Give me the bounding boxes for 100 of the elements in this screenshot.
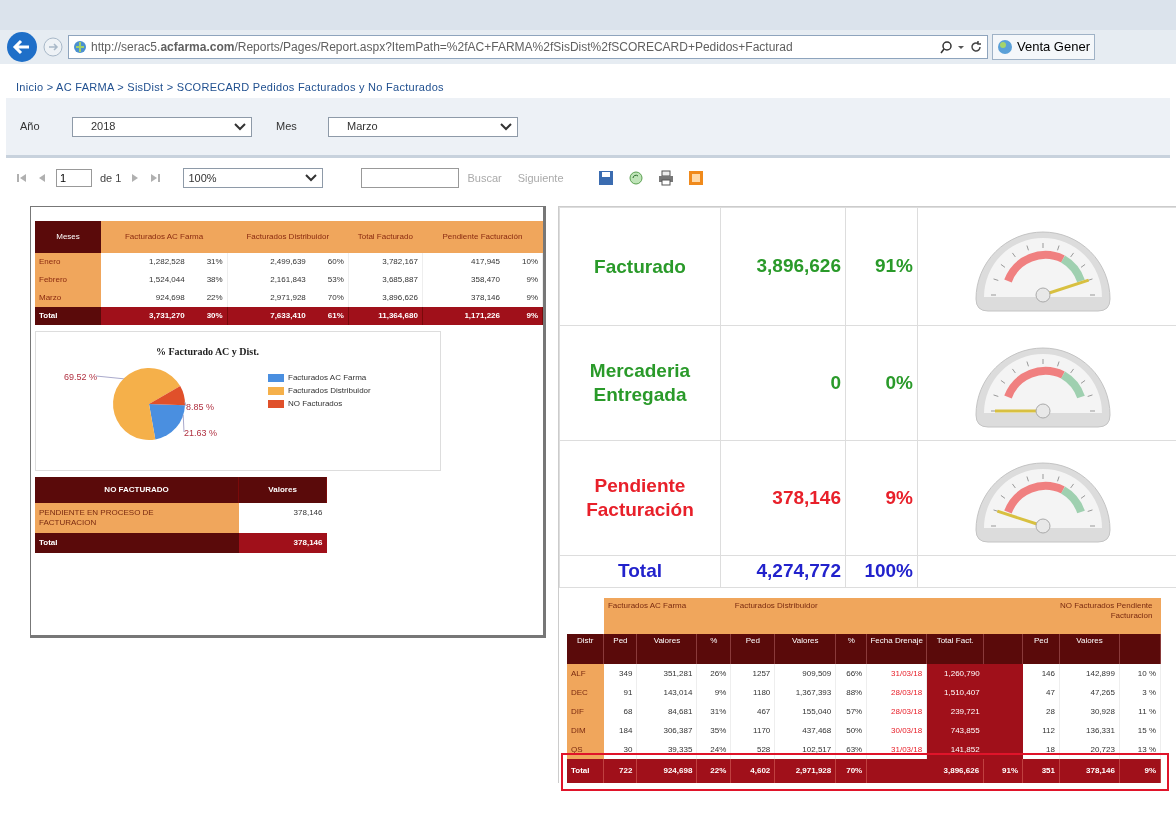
value-text: 1,524,044 (148, 274, 185, 286)
value-text: 378,146 (470, 292, 500, 304)
column-header: Ped (730, 634, 775, 664)
value-text: 7,633,410 (269, 310, 306, 322)
page-icon (73, 40, 87, 54)
column-header: Valores (1059, 634, 1120, 664)
group-header: Facturados Distribuidor (730, 598, 1023, 634)
column-header: Distr (567, 634, 604, 664)
table-cell: 143,014 (636, 683, 697, 702)
legend-label: Facturados AC Farma (288, 372, 367, 384)
value-text: 4,274,772 (720, 555, 846, 588)
table-cell: 2,971,928 (774, 759, 836, 783)
column-header: Valores (774, 634, 836, 664)
table-cell: 378,146 (1059, 759, 1120, 783)
table-cell: 1257 (730, 664, 775, 683)
table-cell: 30,928 (1059, 702, 1120, 721)
dropdown[interactable]: Marzo (328, 116, 518, 137)
print-icon[interactable] (657, 170, 674, 186)
dropdown[interactable]: 2018 (72, 116, 252, 137)
back-button[interactable] (6, 31, 38, 63)
leader-line (95, 375, 125, 380)
table-cell: 306,387 (636, 721, 697, 740)
table-cell: 378,146 (238, 503, 327, 533)
row-label: Total (35, 533, 239, 553)
page-field[interactable]: 1 (56, 169, 92, 187)
url-text: http://serac5.acfarma.com/Reports/Pages/Report.aspx?ItemPath=%2fAC+FARMA%2fSisDist%2fSCORECARD+Pedidos+Facturad (91, 39, 794, 56)
table-cell: 31% (696, 702, 731, 721)
table-cell: 1180 (730, 683, 775, 702)
value-text: 3,896,626 (381, 292, 418, 304)
value-text: 2,499,639 (269, 256, 306, 268)
value-text: 417,945 (470, 256, 500, 268)
value-text: 924,698 (154, 292, 185, 304)
address-bar[interactable]: http://serac5.acfarma.com/Reports/Pages/Report.aspx?ItemPath=%2fAC+FARMA%2fSisDist%2fSCORECARD+Pedidos+Facturad (68, 35, 988, 59)
percent-text: 53% (326, 274, 344, 286)
find-field[interactable] (361, 168, 460, 188)
data-label: 21.63 % (184, 428, 218, 438)
row-label: Marzo (35, 289, 102, 307)
table-cell: 155,040 (774, 702, 836, 721)
table-cell: 909,509 (774, 664, 836, 683)
percent-text: 38% (205, 274, 223, 286)
percent-text: 9% (845, 440, 918, 556)
row-label: DEC (567, 683, 604, 702)
table-cell: 1,260,790 (926, 664, 984, 683)
forward-button[interactable] (42, 36, 64, 58)
last-page-icon[interactable] (149, 172, 162, 184)
page-count: de 1 (100, 170, 122, 186)
column-header: Total Fact. (926, 634, 984, 664)
first-page-icon[interactable] (16, 172, 28, 184)
table-cell: 57% (835, 702, 867, 721)
browser-tab[interactable]: Venta Gener (992, 34, 1095, 60)
save-icon[interactable] (597, 170, 614, 186)
table-cell: 136,331 (1059, 721, 1120, 740)
value-text: 3,782,167 (381, 256, 418, 268)
value-text: 3,685,887 (381, 274, 418, 286)
value-text: 11,364,680 (377, 310, 418, 322)
value-text: 2,971,928 (269, 292, 306, 304)
breadcrumb[interactable]: Inicio > AC FARMA > SisDist > SCORECARD Pedidos Facturados y No Facturados (16, 78, 444, 96)
table-cell: 1,367,393 (774, 683, 836, 702)
value-text: 2,161,843 (269, 274, 306, 286)
chart-title: % Facturado AC y Dist. (156, 345, 260, 359)
row-label: Pendiente Facturación (559, 440, 721, 556)
column-header: Ped (603, 634, 637, 664)
table-cell: 1,510,407 (926, 683, 984, 702)
search-icon[interactable] (939, 40, 953, 54)
percent-text: 91% (845, 207, 918, 326)
table-cell: 924,698 (636, 759, 697, 783)
table-cell: 70% (835, 759, 867, 783)
column-header: Facturados AC Farma (101, 221, 228, 253)
column-header: Ped (1022, 634, 1060, 664)
value-text: 0 (720, 325, 846, 441)
table-cell: 28/03/18 (866, 702, 927, 721)
percent-text: 22% (205, 292, 223, 304)
table-cell: 15 % (1119, 721, 1161, 740)
column-header: Valores (238, 477, 327, 503)
table-cell: 31/03/18 (866, 664, 927, 683)
percent-text: 30% (205, 310, 223, 322)
table-cell: 9% (696, 683, 731, 702)
row-label: Febrero (35, 271, 102, 289)
percent-text: 9% (525, 292, 538, 304)
refresh-icon[interactable] (969, 40, 983, 54)
column-header: Total Facturado (348, 221, 423, 253)
row-label: Total (567, 759, 604, 783)
table-cell: 9% (1119, 759, 1161, 783)
chevron-down-icon (233, 121, 247, 132)
row-label: DIM (567, 721, 604, 740)
table-cell: 3 % (1119, 683, 1161, 702)
zoom-dropdown[interactable]: 100% (183, 168, 324, 188)
row-label: Enero (35, 253, 102, 271)
leader-line (182, 414, 185, 433)
table-cell: 88% (835, 683, 867, 702)
export-icon[interactable] (687, 170, 704, 186)
table-cell: 3,896,626 (926, 759, 984, 783)
leader-line (184, 401, 187, 407)
parameter-label: Año (20, 119, 41, 135)
table-cell: 30/03/18 (866, 721, 927, 740)
row-label: ALF (567, 664, 604, 683)
table-cell: 47,265 (1059, 683, 1120, 702)
table-cell: 28/03/18 (866, 683, 927, 702)
value-text: 3,731,270 (148, 310, 185, 322)
table-cell: 184 (603, 721, 637, 740)
